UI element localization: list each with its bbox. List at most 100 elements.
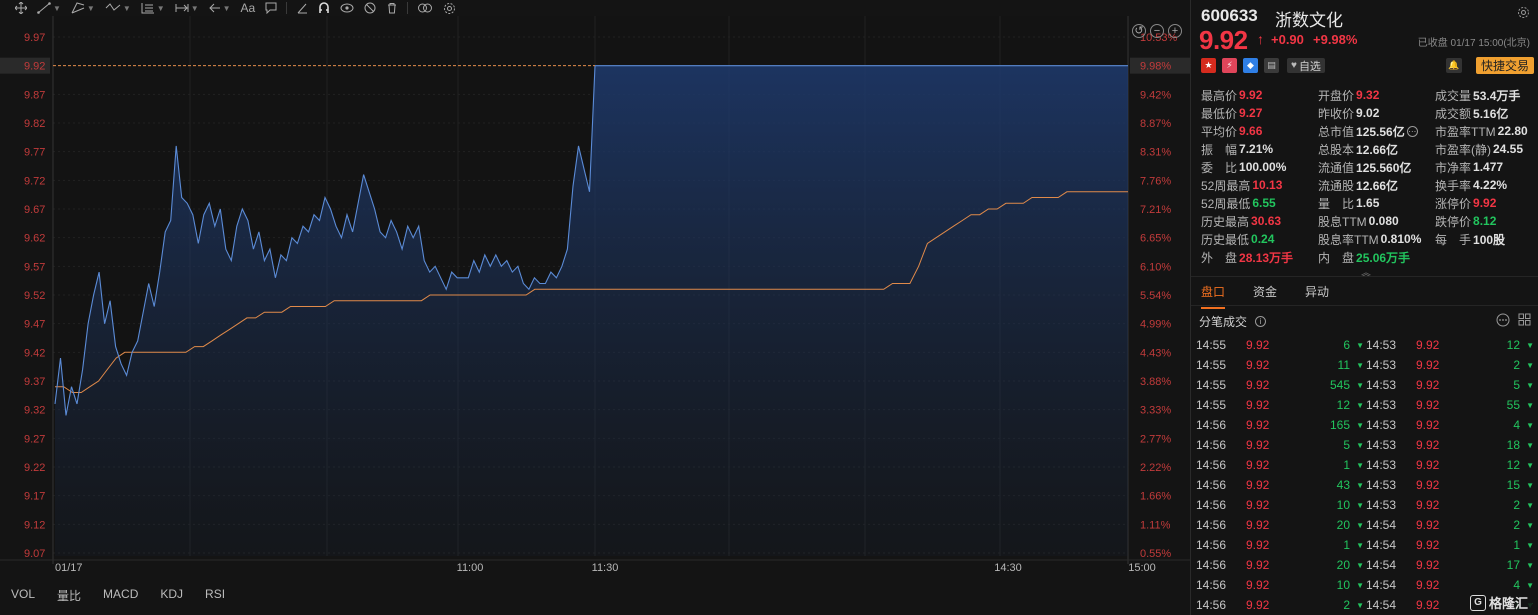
lock-drawings-icon[interactable] — [335, 0, 359, 16]
tick-volume: 5 — [1513, 378, 1520, 392]
grid-view-icon[interactable] — [1518, 313, 1531, 330]
quote-cell: 52周最低 6.55 — [1201, 194, 1318, 212]
tick-volume: 6 — [1343, 338, 1350, 352]
intraday-chart[interactable]: 9.97 9.92 9.87 9.82 9.77 9.72 9.67 9.62 9.57 9.52… — [0, 16, 1190, 615]
indicator-tab-volume-ratio[interactable]: 量比 — [46, 587, 92, 604]
sell-direction-icon: ▼ — [1526, 580, 1534, 590]
quote-row: 历史最高 30.63 股息TTM 0.080 跌停价 8.12 — [1201, 212, 1535, 230]
indicator-tab-kdj[interactable]: KDJ — [149, 587, 194, 604]
tick-volume: 10 — [1336, 498, 1350, 512]
tick-price: 9.92 — [1246, 438, 1270, 452]
tick-entry: 14:53 9.92 55 ▼ — [1366, 398, 1536, 412]
zoom-out-icon[interactable]: − — [1150, 24, 1164, 38]
reset-zoom-icon[interactable]: ↺ — [1132, 24, 1146, 38]
quote-cell: 最高价 9.92 — [1201, 86, 1318, 104]
y-axis-pct-label: 5.54% — [1140, 290, 1171, 302]
tick-entry: 14:55 9.92 11 ▼ — [1196, 358, 1366, 372]
tick-time: 14:56 — [1196, 438, 1227, 452]
tick-price: 9.92 — [1246, 358, 1270, 372]
quote-label: 市盈率TTM — [1435, 124, 1496, 139]
quote-value: 4.22% — [1473, 178, 1508, 192]
tick-time: 14:53 — [1366, 458, 1397, 472]
wave-tool-icon[interactable]: ▼ — [100, 0, 136, 16]
add-watchlist-button[interactable]: ♥ 自选 — [1287, 58, 1325, 73]
tick-entry: 14:53 9.92 2 ▼ — [1366, 498, 1536, 512]
y-axis-pct-label: 7.76% — [1140, 175, 1171, 187]
zoom-in-icon[interactable]: + — [1168, 24, 1182, 38]
tick-row: 14:56 9.92 165 ▼ 14:53 9.92 4 ▼ — [1196, 415, 1536, 435]
more-options-icon[interactable] — [1496, 313, 1510, 330]
quote-label: 平均价 — [1201, 124, 1238, 139]
quote-label: 昨收价 — [1318, 106, 1355, 121]
info-icon[interactable]: i — [1255, 316, 1267, 327]
sell-direction-icon: ▼ — [1356, 540, 1364, 550]
tab-capital-flow[interactable]: 资金 — [1253, 283, 1277, 300]
y-axis-pct-label: 6.65% — [1140, 233, 1171, 245]
watermark-text: 格隆汇 — [1488, 596, 1528, 611]
compare-icon[interactable] — [412, 0, 438, 16]
chart-settings-gear-icon[interactable] — [438, 0, 461, 16]
tag-icon[interactable]: ◆ — [1243, 58, 1258, 73]
quote-row: 历史最低 0.24 股息率TTM 0.810% 每 手 100股 — [1201, 230, 1535, 248]
sell-direction-icon: ▼ — [1356, 380, 1364, 390]
quote-cell: 股息率TTM 0.810% — [1318, 230, 1435, 248]
tab-order-book[interactable]: 盘口 — [1201, 283, 1226, 309]
indicator-tab-vol[interactable]: VOL — [0, 587, 46, 604]
tick-time: 14:56 — [1196, 558, 1227, 572]
line-tool-icon[interactable]: ▼ — [32, 0, 66, 16]
y-axis-price-label: 9.27 — [24, 433, 45, 445]
price-up-arrow-icon: ↑ — [1257, 31, 1264, 47]
last-price: 9.92 — [1199, 25, 1248, 55]
lightning-icon[interactable]: ⚡ — [1222, 58, 1237, 73]
intraday-chart-svg[interactable]: 9.97 9.92 9.87 9.82 9.77 9.72 9.67 9.62 9.57 9.52… — [0, 16, 1190, 615]
indicator-tab-macd[interactable]: MACD — [92, 587, 149, 604]
tick-trades-list: 14:55 9.92 6 ▼ 14:53 9.92 12 ▼ 14:55 9.92 11 ▼ 14:53… — [1196, 335, 1536, 615]
quick-trade-button[interactable]: 快捷交易 — [1475, 57, 1534, 74]
sell-direction-icon: ▼ — [1356, 360, 1364, 370]
note-icon[interactable]: ▤ — [1264, 58, 1279, 73]
tab-unusual-moves[interactable]: 异动 — [1305, 283, 1329, 300]
note-tool-icon[interactable] — [260, 0, 282, 16]
quote-cell: 内 盘 25.06万手 — [1318, 248, 1435, 266]
tick-entry: 14:54 9.92 2 ▼ — [1366, 518, 1536, 532]
y-axis-price-label: 9.37 — [24, 376, 45, 388]
tick-volume: 165 — [1329, 418, 1350, 432]
alert-bell-icon[interactable]: 🔔 — [1446, 58, 1462, 73]
range-tool-icon[interactable]: ▼ — [170, 0, 204, 16]
quote-cell: 52周最高 10.13 — [1201, 176, 1318, 194]
quote-row: 最低价 9.27 昨收价 9.02 成交额 5.16亿 — [1201, 104, 1535, 122]
panel-settings-gear-icon[interactable] — [1517, 6, 1530, 22]
quote-label: 涨停价 — [1435, 196, 1472, 211]
tick-time: 14:54 — [1366, 518, 1397, 532]
more-info-icon[interactable]: ⋯ — [1406, 125, 1418, 137]
sell-direction-icon: ▼ — [1356, 340, 1364, 350]
magnet-icon[interactable] — [313, 0, 335, 16]
quote-value: 9.32 — [1356, 88, 1380, 102]
channel-tool-icon[interactable]: ▼ — [66, 0, 100, 16]
eraser-tool-icon[interactable] — [291, 0, 313, 16]
delete-drawings-icon[interactable] — [381, 0, 403, 16]
quote-cell: 市净率 1.477 — [1435, 158, 1535, 176]
tick-entry: 14:53 9.92 12 ▼ — [1366, 458, 1536, 472]
tick-price: 9.92 — [1246, 378, 1270, 392]
indicator-tab-rsi[interactable]: RSI — [194, 587, 236, 604]
hide-drawings-icon[interactable] — [359, 0, 381, 16]
quote-cell: 股息TTM 0.080 — [1318, 212, 1435, 230]
sell-direction-icon: ▼ — [1526, 480, 1534, 490]
quote-value: 12.66亿 — [1356, 142, 1399, 157]
tick-price: 9.92 — [1246, 418, 1270, 432]
quote-cell: 跌停价 8.12 — [1435, 212, 1535, 230]
text-tool-icon[interactable]: Aa — [236, 0, 261, 16]
arrow-tool-icon[interactable]: ▼ — [204, 0, 236, 16]
quote-value: 28.13万手 — [1239, 250, 1294, 265]
y-axis-price-label: 9.52 — [24, 290, 45, 302]
y-axis-pct-label: 1.66% — [1140, 491, 1171, 503]
y-axis-price-label: 9.87 — [24, 89, 45, 101]
quote-value: 9.92 — [1239, 88, 1263, 102]
tick-row: 14:56 9.92 1 ▼ 14:54 9.92 1 ▼ — [1196, 535, 1536, 555]
tick-price: 9.92 — [1416, 338, 1440, 352]
crosshair-tool-icon[interactable] — [10, 0, 32, 16]
fibonacci-tool-icon[interactable]: ▼ — [136, 0, 170, 16]
tick-volume: 10 — [1336, 578, 1350, 592]
y-axis-pct-label: 9.98% — [1140, 61, 1171, 73]
